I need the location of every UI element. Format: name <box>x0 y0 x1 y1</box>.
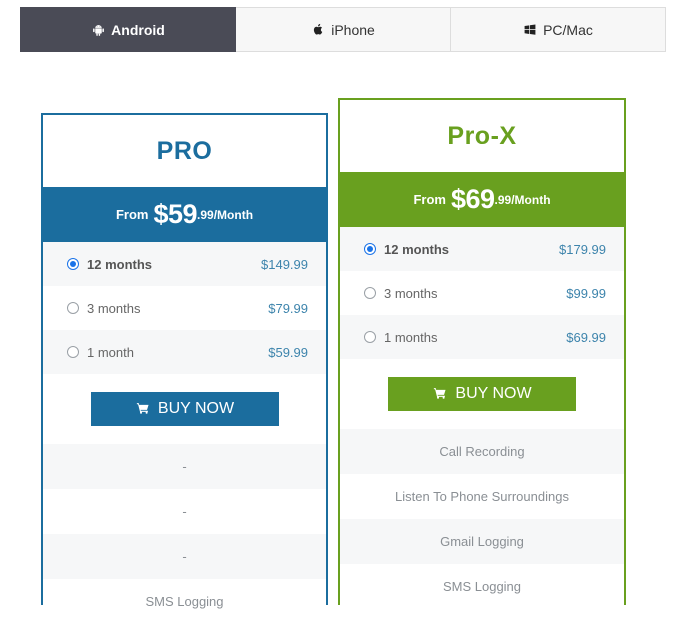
feature-row: Gmail Logging <box>340 519 624 564</box>
plan-title-prox: Pro-X <box>447 121 517 150</box>
option-label-pro-12-months: 12 months <box>87 256 153 272</box>
option-row-prox-12-months[interactable]: 12 months $179.99 <box>340 227 624 271</box>
radio-prox-1-months[interactable] <box>364 331 376 343</box>
plan-card-prox: Pro-X From $69 .99/Month 12 months $179.… <box>338 98 626 609</box>
price-from-label-pro: From <box>115 207 149 222</box>
option-price-prox-3-months: $99.99 <box>566 285 606 301</box>
feature-row: SMS Logging <box>340 564 624 609</box>
radio-prox-12-months[interactable] <box>364 243 376 255</box>
feature-row: SMS Logging <box>43 579 326 624</box>
feature-row: - <box>43 444 326 489</box>
feature-row: Call Recording <box>340 429 624 474</box>
shopping-cart-icon <box>135 402 151 416</box>
plan-card-pro: PRO From $59 .99/Month 12 months $149.99… <box>41 113 328 624</box>
radio-pro-3-months[interactable] <box>67 302 79 314</box>
feature-row: - <box>43 534 326 579</box>
plan-title-pro: PRO <box>156 136 213 165</box>
option-price-pro-12-months: $149.99 <box>261 256 308 272</box>
option-label-prox-1-months: 1 months <box>384 329 438 345</box>
plan-price-band-pro: From $59 .99/Month <box>43 187 326 242</box>
option-label-prox-12-months: 12 months <box>384 241 450 257</box>
radio-prox-3-months[interactable] <box>364 287 376 299</box>
price-amount-pro: $59 <box>153 199 198 229</box>
feature-row: - <box>43 489 326 534</box>
pricing-plans: PRO From $59 .99/Month 12 months $149.99… <box>0 0 686 624</box>
option-row-pro-12-months[interactable]: 12 months $149.99 <box>43 242 326 286</box>
option-row-pro-3-months[interactable]: 3 months $79.99 <box>43 286 326 330</box>
buy-now-button-prox[interactable]: BUY NOW <box>388 377 576 411</box>
price-from-label-prox: From <box>413 192 446 207</box>
price-suffix-pro: .99/Month <box>197 207 254 222</box>
plan-price-band-prox: From $69 .99/Month <box>340 172 624 227</box>
feature-row: Listen To Phone Surroundings <box>340 474 624 519</box>
price-amount-prox: $69 <box>450 184 495 214</box>
radio-pro-12-months[interactable] <box>67 258 79 270</box>
shopping-cart-icon <box>432 387 448 401</box>
option-price-pro-1-month: $59.99 <box>268 344 308 360</box>
buy-area-pro: BUY NOW <box>43 374 326 444</box>
option-label-pro-3-months: 3 months <box>87 300 141 316</box>
buy-now-label-pro: BUY NOW <box>157 400 235 417</box>
option-label-pro-1-month: 1 month <box>87 344 134 360</box>
buy-now-label-prox: BUY NOW <box>455 385 532 402</box>
option-price-pro-3-months: $79.99 <box>268 300 308 316</box>
option-row-pro-1-month[interactable]: 1 month $59.99 <box>43 330 326 374</box>
option-price-prox-1-months: $69.99 <box>566 329 606 345</box>
option-row-prox-3-months[interactable]: 3 months $99.99 <box>340 271 624 315</box>
buy-area-prox: BUY NOW <box>340 359 624 429</box>
price-suffix-prox: .99/Month <box>494 192 551 207</box>
radio-pro-1-month[interactable] <box>67 346 79 358</box>
option-price-prox-12-months: $179.99 <box>559 241 606 257</box>
option-row-prox-1-months[interactable]: 1 months $69.99 <box>340 315 624 359</box>
option-label-prox-3-months: 3 months <box>384 285 438 301</box>
buy-now-button-pro[interactable]: BUY NOW <box>90 392 279 426</box>
